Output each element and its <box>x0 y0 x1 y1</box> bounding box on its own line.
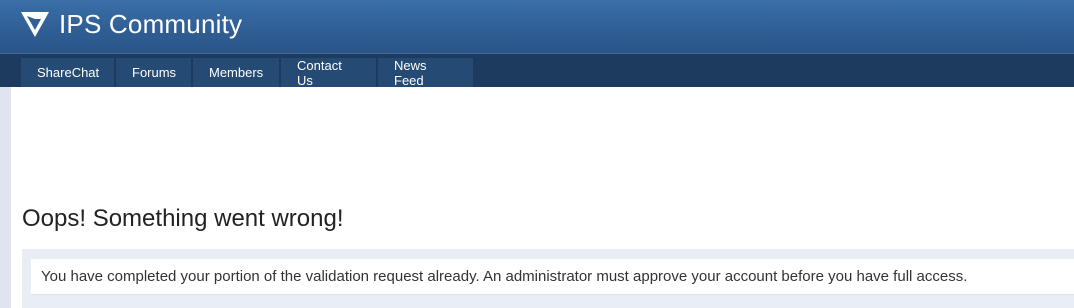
error-message-panel: You have completed your portion of the v… <box>22 249 1074 308</box>
left-gutter <box>0 87 11 308</box>
ips-logo-icon <box>21 12 49 37</box>
error-message-text: You have completed your portion of the v… <box>41 268 968 285</box>
site-header: IPS Community <box>0 0 1074 53</box>
nav-tab-contact-us[interactable]: Contact Us <box>281 58 376 88</box>
nav-tab-news-feed[interactable]: News Feed <box>378 58 473 88</box>
nav-tab-forums[interactable]: Forums <box>116 58 191 87</box>
main-navigation: ShareChat Forums Members Contact Us News… <box>0 53 1074 88</box>
site-title: IPS Community <box>59 9 243 39</box>
nav-tab-members[interactable]: Members <box>193 58 279 87</box>
nav-tab-sharechat[interactable]: ShareChat <box>21 58 114 87</box>
brand-link[interactable]: IPS Community <box>21 7 242 41</box>
error-message-box: You have completed your portion of the v… <box>31 259 1074 295</box>
nav-tab-list: ShareChat Forums Members Contact Us News… <box>21 58 475 88</box>
error-page-title: Oops! Something went wrong! <box>22 205 344 232</box>
